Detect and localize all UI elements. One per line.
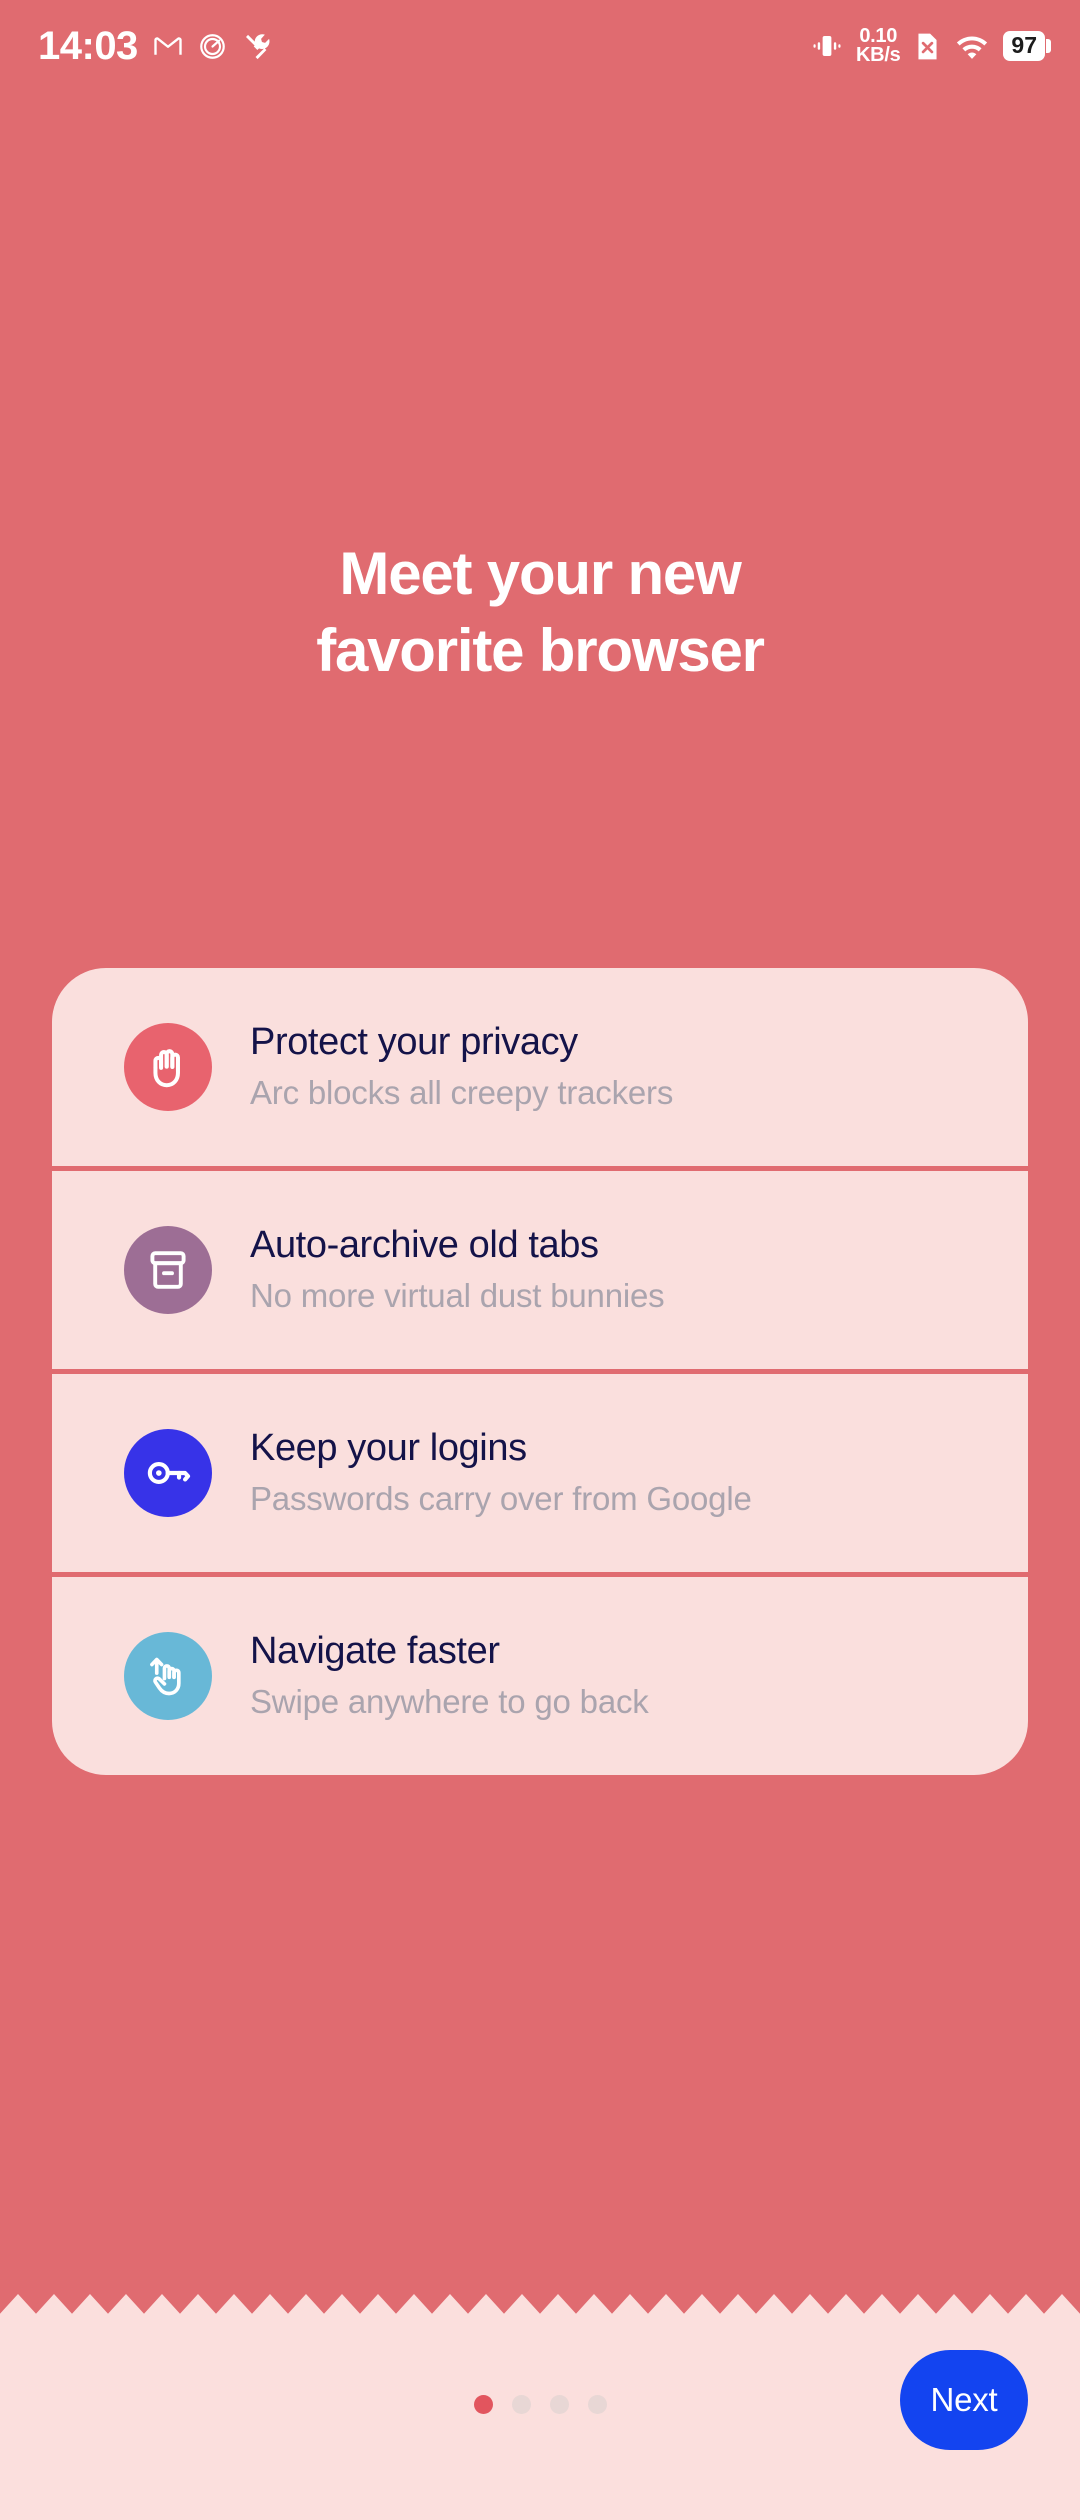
bottom-sheet: Next xyxy=(0,0,1080,2520)
scalloped-edge-divider xyxy=(0,2294,1080,2330)
pager-dot-3[interactable] xyxy=(549,2395,569,2414)
pager-dot-2[interactable] xyxy=(511,2395,531,2414)
pager-dot-1[interactable] xyxy=(473,2395,493,2414)
next-button[interactable]: Next xyxy=(900,2350,1028,2450)
pager-dot-4[interactable] xyxy=(587,2395,607,2414)
